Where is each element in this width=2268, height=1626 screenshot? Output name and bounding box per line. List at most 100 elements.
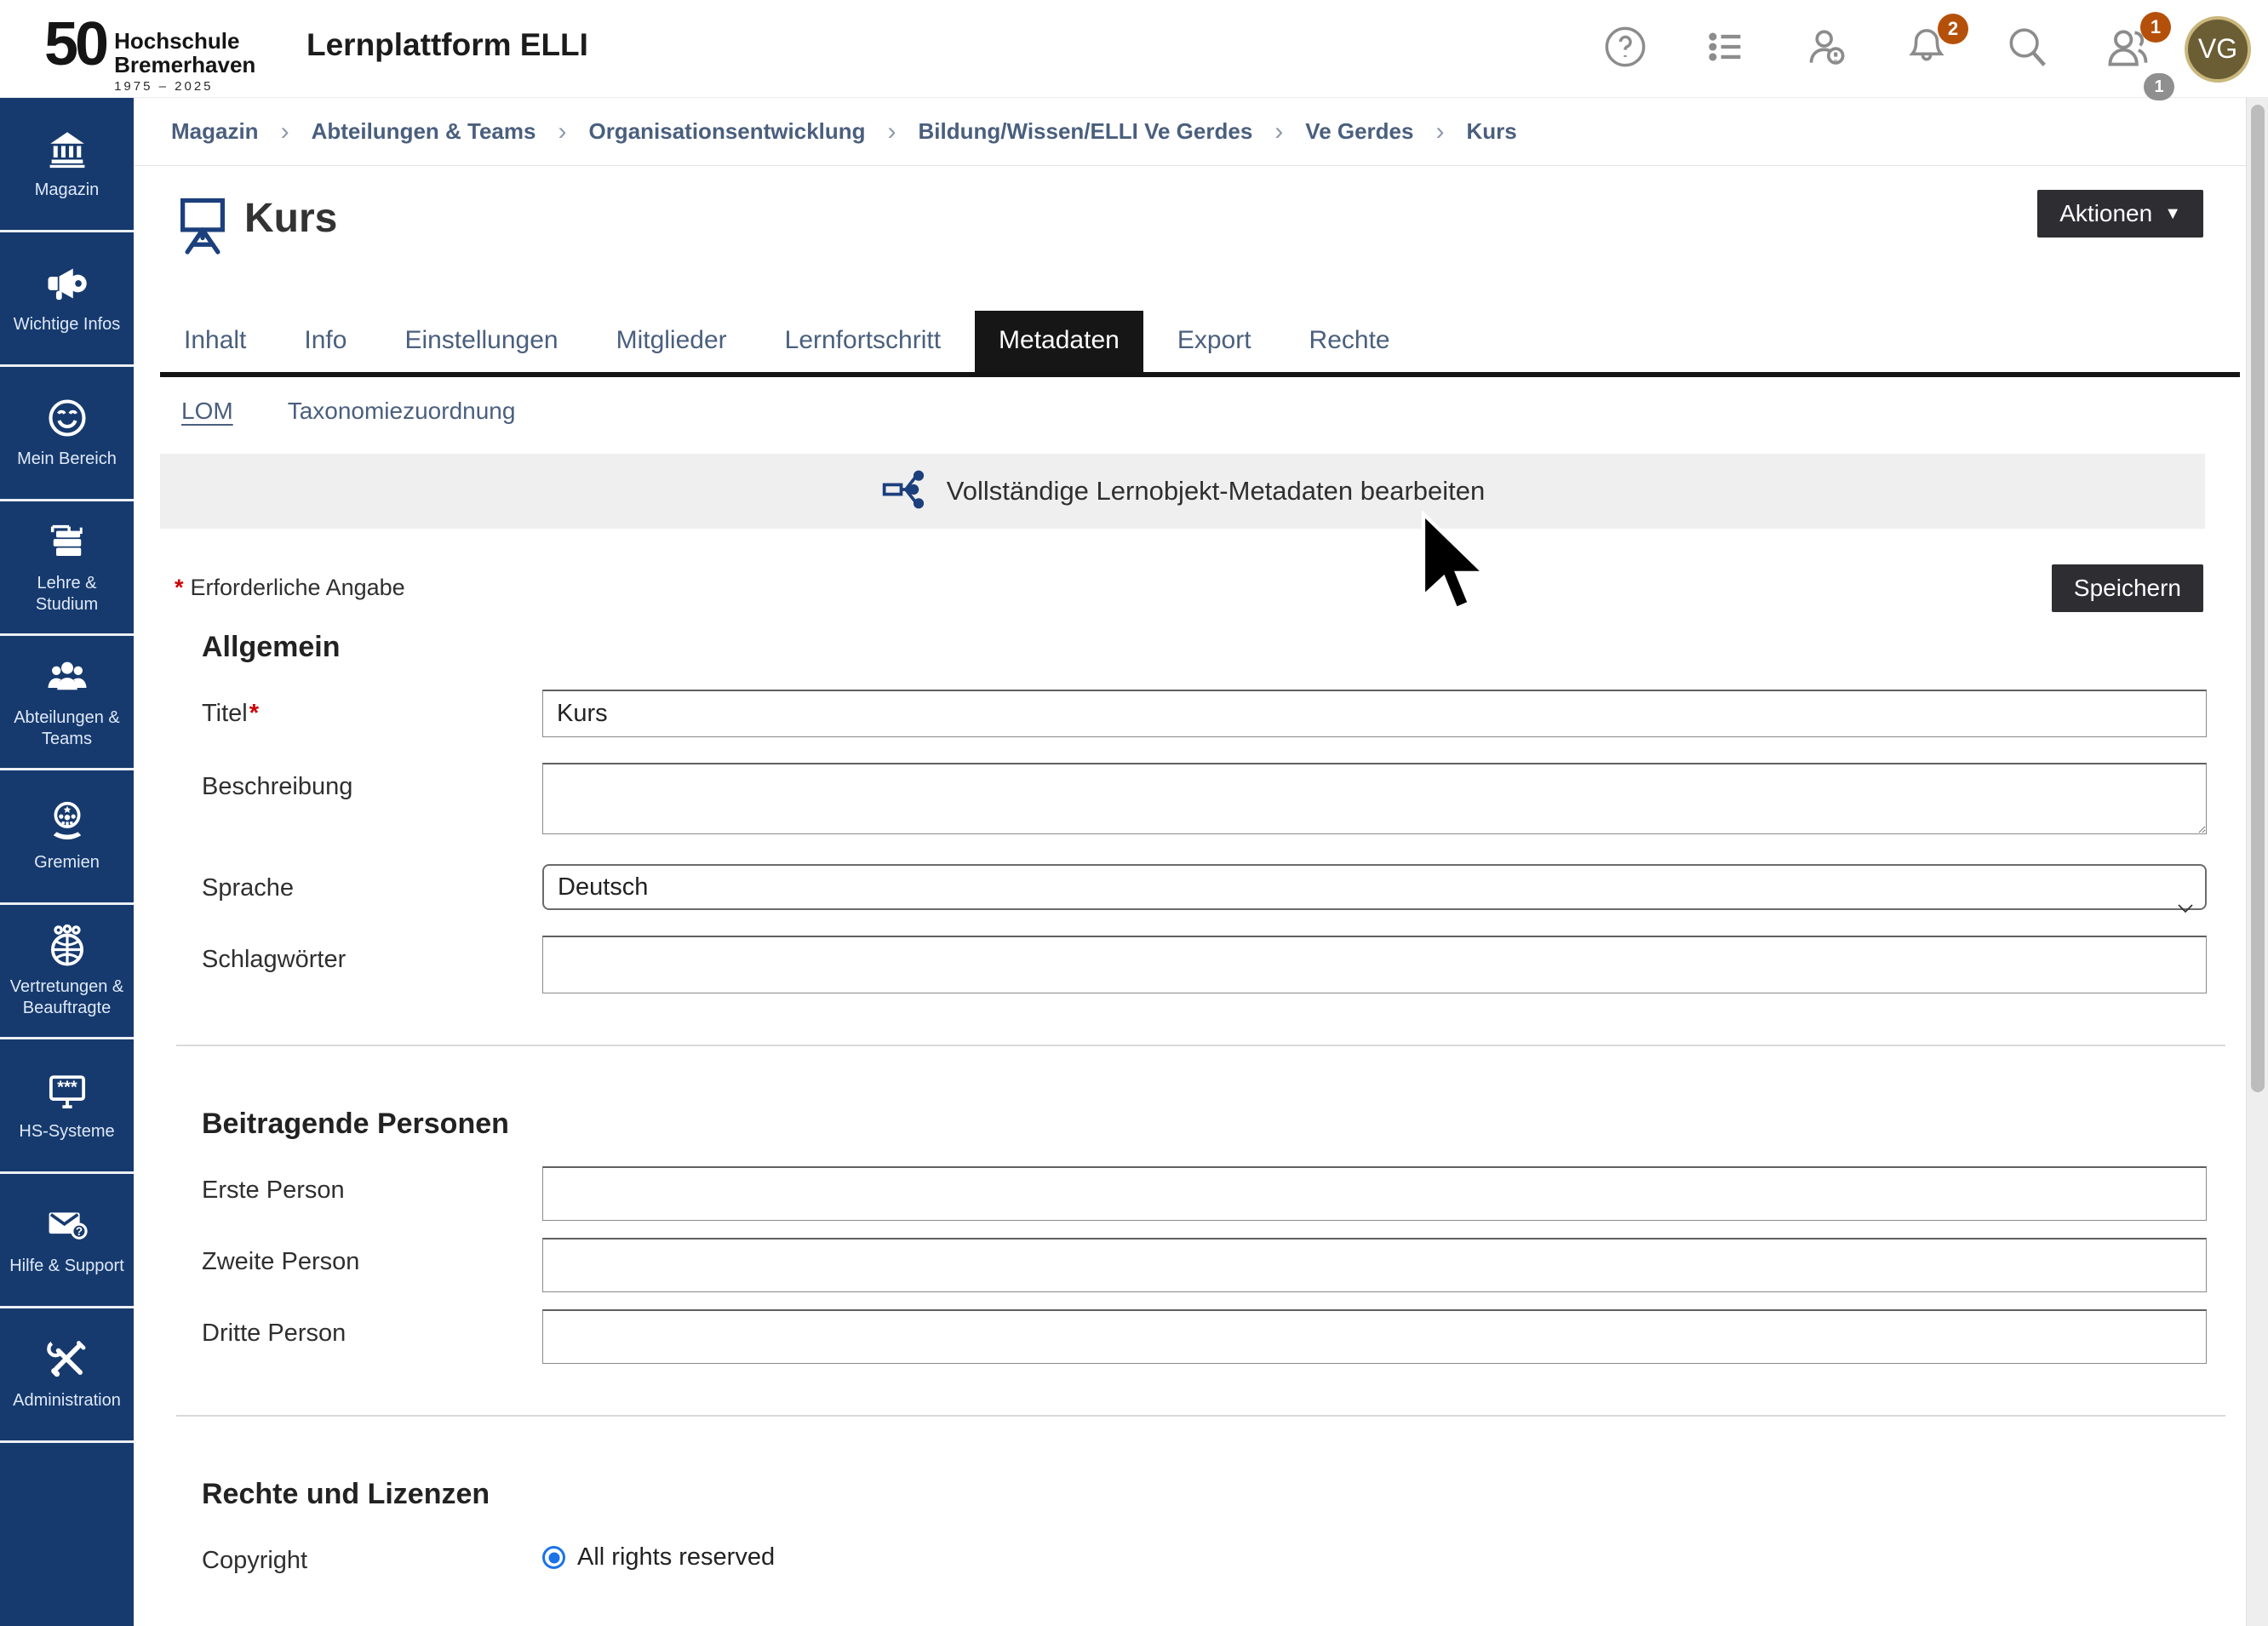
sidebar-item-label: Lehre & Studium: [4, 573, 129, 615]
breadcrumb-item[interactable]: Ve Gerdes: [1305, 118, 1413, 145]
university-logo: 50 Hochschule Bremerhaven 1975 – 2025: [44, 7, 255, 94]
committee-icon: [45, 799, 89, 844]
tab-info[interactable]: Info: [280, 311, 370, 372]
sidebar-item-wichtige-infos[interactable]: Wichtige Infos: [0, 232, 134, 367]
breadcrumb-separator: ›: [888, 117, 896, 146]
mail-question-icon: ?: [44, 1203, 90, 1247]
sidebar-item-vertretungen[interactable]: Vertretungen & Beauftragte: [0, 905, 134, 1039]
app-title: Lernplattform ELLI: [306, 27, 588, 63]
actions-button[interactable]: Aktionen▼: [2037, 190, 2203, 238]
help-button[interactable]: [1575, 0, 1675, 98]
page-title: Kurs: [244, 195, 337, 242]
tab-export[interactable]: Export: [1154, 311, 1275, 372]
zweite-person-label: Zweite Person: [202, 1238, 542, 1292]
contacts-badge-top: 1: [2140, 12, 2171, 43]
save-button[interactable]: Speichern: [2052, 564, 2203, 612]
app-window: 50 Hochschule Bremerhaven 1975 – 2025 Le…: [0, 0, 2268, 1626]
monitor-password-icon: ***: [44, 1068, 90, 1113]
form-beitragende: Erste Person Zweite Person Dritte Person: [202, 1166, 2207, 1364]
schlagwoerter-input[interactable]: [542, 936, 2207, 993]
sidebar: Magazin Wichtige Infos Mein Bereich Lehr…: [0, 98, 134, 1626]
required-note: *Erforderliche Angabe: [175, 575, 405, 601]
notifications-button[interactable]: 2: [1876, 0, 1977, 98]
titel-label: Titel*: [202, 690, 542, 737]
edit-full-metadata-link[interactable]: Vollständige Lernobjekt-Metadaten bearbe…: [160, 454, 2205, 529]
form-row-beschreibung: Beschreibung: [202, 763, 2207, 839]
dritte-person-label: Dritte Person: [202, 1309, 542, 1364]
beschreibung-textarea[interactable]: [542, 763, 2207, 834]
breadcrumb-item[interactable]: Bildung/Wissen/ELLI Ve Gerdes: [919, 118, 1253, 145]
sidebar-item-abteilungen-teams[interactable]: Abteilungen & Teams: [0, 636, 134, 770]
scrollbar-thumb[interactable]: [2251, 105, 2265, 1092]
user-status-button[interactable]: [1776, 0, 1876, 98]
search-button[interactable]: [1977, 0, 2077, 98]
tab-einstellungen[interactable]: Einstellungen: [381, 311, 581, 372]
sidebar-item-label: Wichtige Infos: [14, 314, 121, 335]
subtab-lom[interactable]: LOM: [181, 398, 233, 425]
breadcrumb-item[interactable]: Organisationsentwicklung: [588, 118, 865, 145]
form-row-dritte-person: Dritte Person: [202, 1309, 2207, 1364]
page-header: Kurs Aktionen▼: [134, 166, 2246, 311]
logo-50: 50: [44, 7, 106, 82]
titel-input[interactable]: [542, 690, 2207, 737]
books-icon: [45, 520, 89, 564]
tab-rechte[interactable]: Rechte: [1286, 311, 1414, 372]
form-rechte: Copyright All rights reserved: [202, 1537, 2207, 1575]
user-status-icon: [1802, 23, 1850, 75]
erste-person-input[interactable]: [542, 1166, 2207, 1221]
sidebar-item-hilfe-support[interactable]: ? Hilfe & Support: [0, 1174, 134, 1308]
sidebar-item-label: Mein Bereich: [17, 449, 117, 470]
required-asterisk: *: [249, 700, 259, 727]
tab-lernfortschritt[interactable]: Lernfortschritt: [761, 311, 965, 372]
top-header: 50 Hochschule Bremerhaven 1975 – 2025 Le…: [0, 0, 2268, 98]
sidebar-item-mein-bereich[interactable]: Mein Bereich: [0, 367, 134, 501]
sidebar-filler: [0, 1443, 134, 1626]
sprache-select[interactable]: Deutsch: [542, 864, 2207, 910]
copyright-radio-selected[interactable]: [542, 1546, 565, 1569]
breadcrumb-item[interactable]: Kurs: [1466, 118, 1516, 145]
main-content: Magazin › Abteilungen & Teams › Organisa…: [134, 98, 2246, 1626]
schlagwoerter-label: Schlagwörter: [202, 936, 542, 993]
sidebar-item-label: Hilfe & Support: [9, 1256, 124, 1277]
sidebar-item-lehre-studium[interactable]: Lehre & Studium: [0, 501, 134, 636]
sidebar-item-magazin[interactable]: Magazin: [0, 98, 134, 232]
beschreibung-label: Beschreibung: [202, 763, 542, 839]
todo-list-button[interactable]: [1675, 0, 1776, 98]
breadcrumb-separator: ›: [281, 117, 289, 146]
zweite-person-input[interactable]: [542, 1238, 2207, 1292]
form-row-schlagwoerter: Schlagwörter: [202, 936, 2207, 993]
megaphone-icon: [44, 261, 90, 306]
tab-metadaten[interactable]: Metadaten: [975, 311, 1143, 372]
form-row-erste-person: Erste Person: [202, 1166, 2207, 1221]
avatar[interactable]: VG: [2185, 16, 2251, 83]
smiley-icon: [45, 396, 89, 440]
logo-name-line2: Bremerhaven: [114, 53, 255, 77]
sidebar-item-gremien[interactable]: Gremien: [0, 770, 134, 905]
copyright-radio-label: All rights reserved: [577, 1543, 775, 1572]
sidebar-item-hs-systeme[interactable]: *** HS-Systeme: [0, 1039, 134, 1174]
breadcrumb-separator: ›: [558, 117, 566, 146]
erste-person-label: Erste Person: [202, 1166, 542, 1221]
section-heading-rechte: Rechte und Lizenzen: [202, 1478, 2246, 1511]
tab-mitglieder[interactable]: Mitglieder: [593, 311, 751, 372]
help-icon: [1603, 25, 1647, 73]
breadcrumb-item[interactable]: Magazin: [171, 118, 259, 145]
sidebar-item-label: Gremien: [34, 852, 100, 873]
dritte-person-input[interactable]: [542, 1309, 2207, 1364]
tab-inhalt[interactable]: Inhalt: [160, 311, 270, 372]
breadcrumb-item[interactable]: Abteilungen & Teams: [312, 118, 536, 145]
header-icon-bar: 2 1 1 VG: [1575, 0, 2268, 98]
form-row-titel: Titel*: [202, 690, 2207, 737]
form-allgemein: Titel* Beschreibung Sprache Deutsch: [202, 690, 2207, 993]
copyright-label: Copyright: [202, 1537, 542, 1575]
form-row-zweite-person: Zweite Person: [202, 1238, 2207, 1292]
subtab-taxonomiezuordnung[interactable]: Taxonomiezuordnung: [288, 398, 516, 425]
sprache-label: Sprache: [202, 864, 542, 910]
search-icon: [2004, 24, 2050, 74]
globe-people-icon: [44, 924, 90, 968]
sidebar-item-administration[interactable]: Administration: [0, 1308, 134, 1443]
form-row-copyright: Copyright All rights reserved: [202, 1537, 2207, 1575]
notifications-badge: 2: [1938, 14, 1968, 44]
bank-icon: [46, 127, 89, 171]
contacts-button[interactable]: 1 1: [2077, 0, 2178, 98]
